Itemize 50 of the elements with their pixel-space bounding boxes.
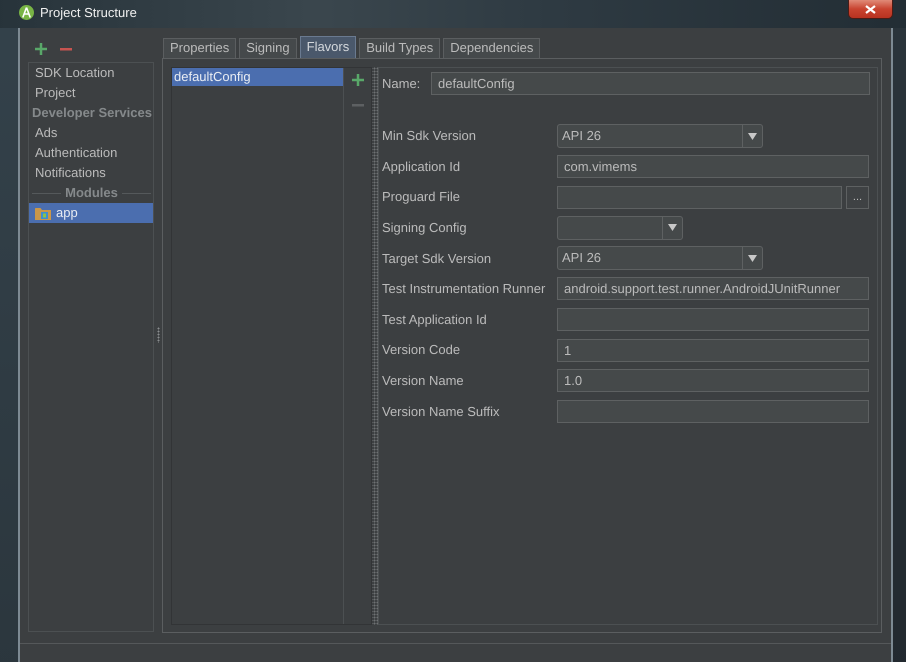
- window-title: Project Structure: [40, 5, 137, 21]
- text-field[interactable]: 1: [557, 338, 869, 362]
- sidebar-item[interactable]: SDK Location: [29, 63, 153, 83]
- field-label: Test Instrumentation Runner: [382, 281, 546, 297]
- field-label: Version Name: [382, 372, 465, 389]
- caret-icon: [668, 224, 677, 232]
- text-field[interactable]: [557, 308, 869, 332]
- name-field[interactable]: defaultConfig: [431, 72, 870, 95]
- field-label: Signing Config: [382, 220, 468, 236]
- sidebar-item[interactable]: Authentication: [29, 143, 153, 163]
- sidebar-item[interactable]: Ads: [29, 123, 153, 143]
- field-label: Test Application Id: [382, 312, 488, 328]
- text-field[interactable]: com.vimems: [557, 155, 869, 178]
- tab[interactable]: Flavors: [300, 36, 356, 58]
- field-label: Proguard File: [382, 189, 462, 205]
- dropdown[interactable]: [557, 216, 683, 240]
- tab[interactable]: Signing: [239, 38, 297, 58]
- sidebar-item[interactable]: Notifications: [29, 163, 153, 183]
- app-logo-icon: [19, 5, 34, 20]
- dropdown[interactable]: API 26: [557, 246, 763, 270]
- plus-icon[interactable]: [352, 74, 364, 86]
- text-field[interactable]: [557, 400, 869, 423]
- list-item[interactable]: defaultConfig: [172, 68, 343, 86]
- text-field[interactable]: 1.0: [557, 369, 869, 392]
- field-label: Version Code: [382, 342, 462, 358]
- tab[interactable]: Dependencies: [443, 38, 540, 58]
- tab[interactable]: Build Types: [359, 38, 440, 58]
- sidebar-item[interactable]: Project: [29, 83, 153, 103]
- caret-icon: [748, 132, 757, 140]
- text-field[interactable]: android.support.test.runner.AndroidJUnitRunner: [557, 277, 869, 300]
- tab[interactable]: Properties: [163, 38, 236, 58]
- field-label: Version Name Suffix: [382, 404, 501, 420]
- sidebar-item[interactable]: app: [29, 203, 153, 223]
- file-path-field[interactable]: [557, 186, 842, 209]
- close-icon: [865, 4, 876, 14]
- close-button[interactable]: [848, 0, 893, 19]
- folder-icon: [35, 206, 51, 220]
- section-header: Developer Services: [31, 104, 153, 122]
- caret-icon: [748, 254, 757, 262]
- splitter-handle[interactable]: [156, 326, 160, 342]
- field-label: Min Sdk Version: [382, 128, 477, 144]
- plus-icon[interactable]: [35, 43, 47, 55]
- field-label: Target Sdk Version: [382, 250, 492, 266]
- field-label: Application Id: [382, 158, 462, 174]
- section-header: Modules: [65, 185, 118, 201]
- field-label: Name:: [382, 76, 422, 92]
- splitter-handle[interactable]: [372, 67, 378, 625]
- browse-button[interactable]: ...: [846, 186, 869, 209]
- minus-icon[interactable]: [60, 48, 72, 50]
- dropdown[interactable]: API 26: [557, 124, 763, 148]
